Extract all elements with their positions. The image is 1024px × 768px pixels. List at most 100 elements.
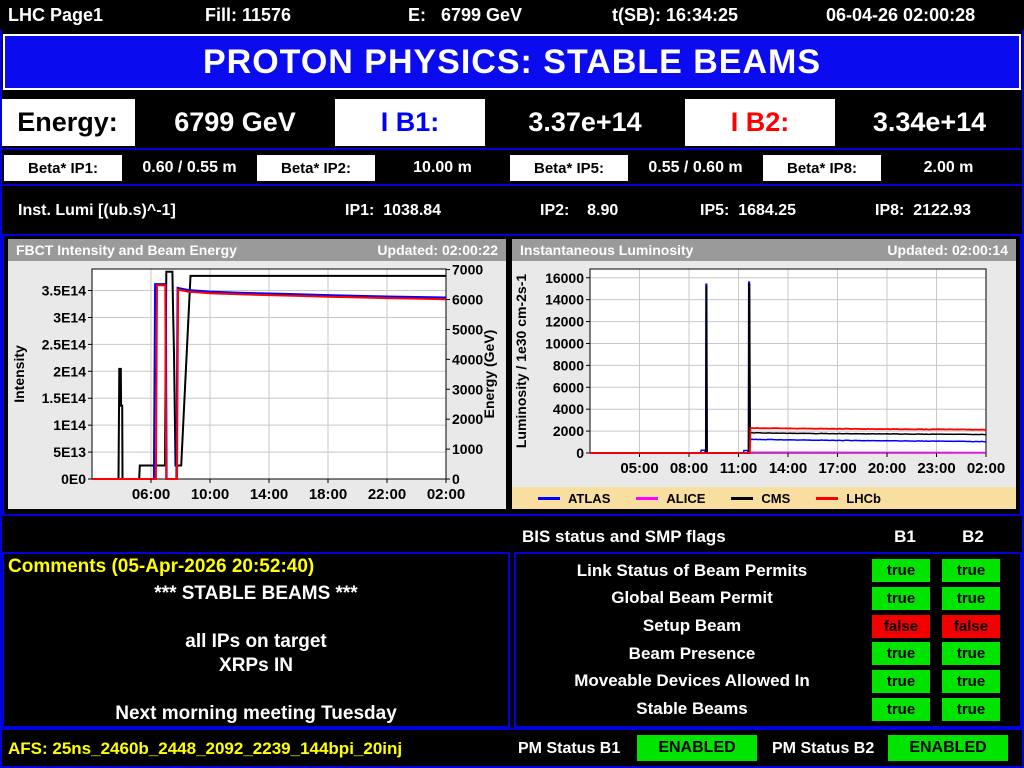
status-badge-b1: true (872, 586, 930, 610)
svg-text:3E14: 3E14 (53, 309, 86, 325)
bis-col-b1: B1 (894, 527, 916, 546)
svg-text:14:00: 14:00 (250, 486, 288, 503)
fbct-chart-title: FBCT Intensity and Beam Energy (16, 242, 237, 258)
beta-ip8-label: Beta* IP8: (763, 155, 881, 181)
svg-text:6000: 6000 (452, 292, 483, 308)
svg-text:05:00: 05:00 (620, 460, 658, 477)
svg-text:17:00: 17:00 (818, 460, 856, 477)
svg-text:02:00: 02:00 (427, 486, 465, 503)
comments-body: *** STABLE BEAMS *** all IPs on target X… (115, 583, 397, 724)
svg-text:0E0: 0E0 (61, 471, 86, 487)
svg-text:2.5E14: 2.5E14 (42, 336, 87, 352)
bis-row-label: Link Status of Beam Permits (576, 560, 808, 580)
intensity-b1-value: 3.37e+14 (528, 107, 642, 137)
lumi-label: Inst. Lumi [(ub.s)^-1] (18, 202, 176, 219)
bis-row-label: Beam Presence (628, 643, 756, 663)
status-badge-b2: true (942, 559, 1000, 583)
time-stable-beams: t(SB): 16:34:25 (612, 5, 739, 25)
beta-ip2-label: Beta* IP2: (257, 155, 375, 181)
charts-container: FBCT Intensity and Beam Energy Updated: … (2, 234, 1022, 516)
comments-title: Comments (05-Apr-2026 20:52:40) (8, 556, 315, 577)
svg-text:Energy (GeV): Energy (GeV) (481, 330, 497, 419)
status-badge-b1: true (872, 642, 930, 666)
lumi-chart-updated: Updated: 02:00:14 (887, 242, 1008, 258)
beta-star-row: Beta* IP1: 0.60 / 0.55 m Beta* IP2: 10.0… (0, 152, 1024, 186)
intensity-b2-value: 3.34e+14 (872, 107, 987, 137)
svg-text:7000: 7000 (452, 262, 483, 278)
bis-row-setup-beam: Setup Beam false false (516, 613, 1020, 639)
datetime: 06-04-26 02:00:28 (826, 5, 976, 25)
svg-text:1000: 1000 (452, 441, 483, 457)
svg-text:16000: 16000 (545, 270, 584, 286)
inst-lumi-row: Inst. Lumi [(ub.s)^-1] IP1: 1038.84 IP2:… (0, 189, 1024, 234)
bis-row-link-status: Link Status of Beam Permits true true (516, 558, 1020, 584)
pm-status-b1-badge: ENABLED (637, 735, 757, 761)
lumi-chart-legend: ATLAS ALICE CMS LHCb (512, 487, 1016, 509)
svg-text:2000: 2000 (553, 423, 584, 439)
beta-ip5-value: 0.55 / 0.60 m (648, 159, 743, 176)
legend-item-cms: CMS (731, 491, 790, 506)
bis-row-label: Stable Beams (636, 699, 748, 719)
svg-text:14:00: 14:00 (769, 460, 807, 477)
svg-text:0: 0 (576, 445, 584, 461)
legend-item-lhcb: LHCb (816, 491, 881, 506)
beta-ip1-label: Beta* IP1: (4, 155, 122, 181)
lumi-ip1-value: IP1: 1038.84 (345, 202, 442, 219)
svg-text:06:00: 06:00 (132, 486, 170, 503)
bis-row-beam-presence: Beam Presence true true (516, 641, 1020, 667)
comments-panel: Comments (05-Apr-2026 20:52:40) *** STAB… (2, 552, 510, 728)
cms-legend-label: CMS (761, 490, 791, 506)
status-badge-b1: false (872, 614, 930, 638)
page-title: PROTON PHYSICS: STABLE BEAMS (3, 34, 1021, 90)
bis-row-global-permit: Global Beam Permit true true (516, 585, 1020, 611)
svg-text:1.5E14: 1.5E14 (42, 390, 87, 406)
bis-row-label: Setup Beam (642, 616, 742, 636)
status-badge-b2: true (942, 642, 1000, 666)
status-badge-b2: true (942, 669, 1000, 693)
svg-text:3.5E14: 3.5E14 (42, 283, 87, 299)
beta-ip1-value: 0.60 / 0.55 m (142, 159, 237, 176)
fbct-chart-updated: Updated: 02:00:22 (377, 242, 498, 258)
svg-text:20:00: 20:00 (868, 460, 906, 477)
alice-line-swatch (636, 496, 659, 500)
lumi-chart-title: Instantaneous Luminosity (520, 242, 694, 258)
svg-text:8000: 8000 (553, 357, 584, 373)
svg-text:Luminosity / 1e30 cm-2s-1: Luminosity / 1e30 cm-2s-1 (513, 274, 529, 449)
svg-text:22:00: 22:00 (368, 486, 406, 503)
fbct-chart-panel: FBCT Intensity and Beam Energy Updated: … (8, 239, 506, 509)
intensity-b1-label: I B1: (335, 99, 485, 146)
bis-row-label: Moveable Devices Allowed In (574, 671, 810, 691)
svg-text:2000: 2000 (452, 411, 483, 427)
svg-text:11:00: 11:00 (720, 460, 758, 477)
svg-text:5000: 5000 (452, 321, 483, 337)
svg-text:10000: 10000 (545, 335, 584, 351)
bis-row-moveable-devices: Moveable Devices Allowed In true true (516, 668, 1020, 694)
pm-status-b2-badge: ENABLED (888, 735, 1008, 761)
legend-item-atlas: ATLAS (538, 491, 610, 506)
svg-text:08:00: 08:00 (670, 460, 708, 477)
bis-col-b2: B2 (962, 527, 984, 546)
fbct-chart-canvas: 06:00 10:00 14:00 18:00 22:00 02:00 0E0 5E13 1E1… (11, 262, 497, 503)
status-badge-b2: false (942, 614, 1000, 638)
beta-ip2-value: 10.00 m (413, 159, 472, 176)
svg-text:14000: 14000 (545, 292, 584, 308)
fbct-chart-titlebar: FBCT Intensity and Beam Energy Updated: … (8, 239, 506, 261)
energy-value: 6799 GeV (174, 107, 296, 137)
svg-text:18:00: 18:00 (309, 486, 347, 503)
svg-text:4000: 4000 (452, 351, 483, 367)
atlas-line-swatch (538, 496, 560, 500)
svg-text:3000: 3000 (452, 381, 483, 397)
status-badge-b2: true (942, 586, 1000, 610)
lumi-chart-canvas: 05:00 08:00 11:00 14:00 17:00 20:00 23:00 02:00… (513, 268, 1005, 477)
energy-row: Energy: 6799 GeV I B1: 3.37e+14 I B2: 3.… (0, 97, 1024, 150)
lumi-ip5-value: IP5: 1684.25 (700, 202, 797, 219)
lumi-chart-panel: Instantaneous Luminosity Updated: 02:00:… (512, 239, 1016, 509)
lhc-page1: LHC Page1 Fill: 11576 E: 6799 GeV t(SB):… (0, 0, 1024, 768)
beam-energy-text: E: 6799 GeV (408, 5, 523, 25)
bis-header-row: BIS status and SMP flags B1 B2 (0, 520, 1024, 552)
beta-ip5-label: Beta* IP5: (510, 155, 628, 181)
svg-text:02:00: 02:00 (967, 460, 1005, 477)
status-badge-b1: true (872, 697, 930, 721)
svg-text:5E13: 5E13 (53, 444, 86, 460)
pm-status-b2-label: PM Status B2 (772, 740, 875, 757)
